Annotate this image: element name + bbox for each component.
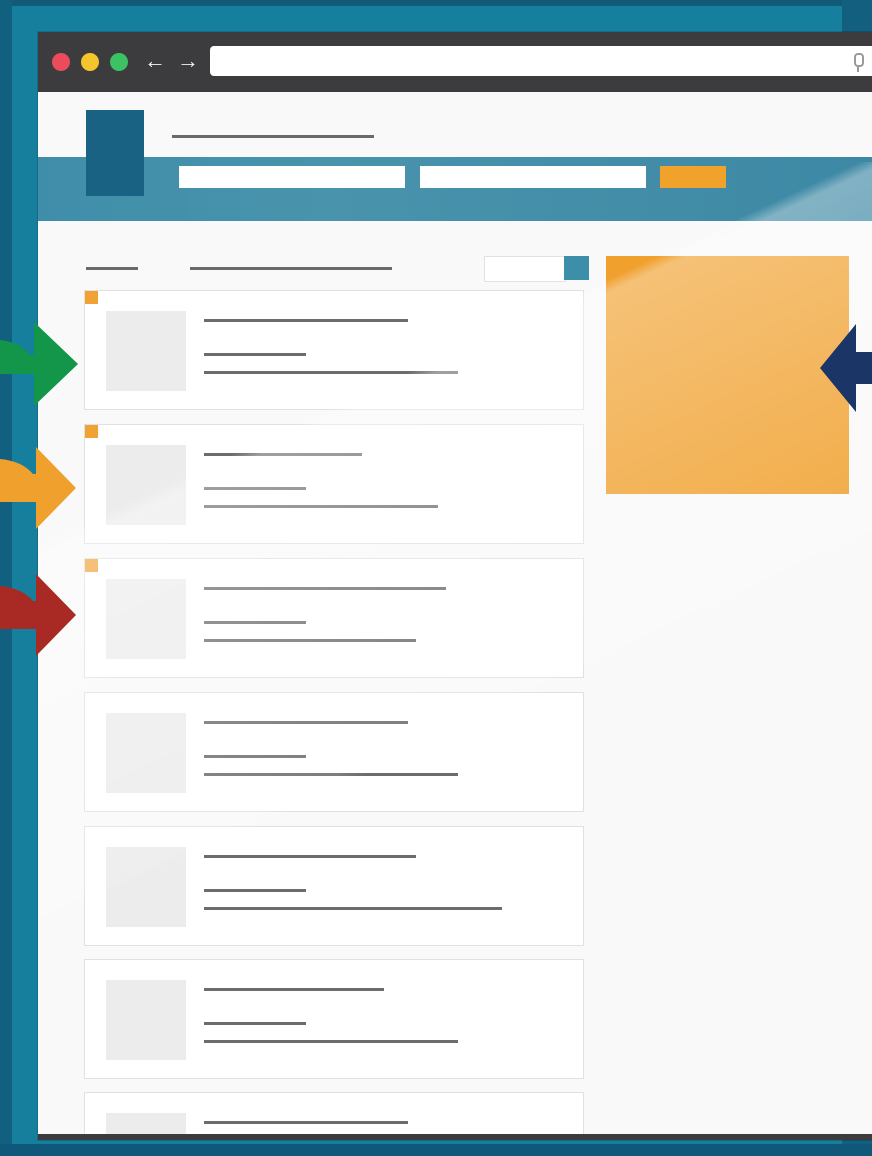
listing-subtitle-placeholder	[204, 1022, 306, 1025]
featured-flag	[85, 425, 98, 438]
listing-card[interactable]	[84, 558, 584, 678]
green-arrow	[0, 322, 78, 406]
red-arrow	[0, 574, 76, 656]
browser-titlebar: ← →	[38, 32, 872, 92]
listing-title-placeholder[interactable]	[204, 1121, 408, 1124]
listing-thumbnail[interactable]	[106, 579, 186, 659]
listing-description-placeholder	[204, 1040, 458, 1043]
results-label-placeholder	[86, 267, 138, 270]
site-logo[interactable]	[86, 110, 144, 196]
listing-thumbnail[interactable]	[106, 713, 186, 793]
back-arrow-icon[interactable]: ←	[144, 47, 166, 75]
frame-bottom	[0, 1144, 872, 1156]
featured-flag	[85, 291, 98, 304]
listing-description-placeholder	[204, 371, 458, 374]
results-heading-placeholder	[190, 267, 392, 270]
listing-card[interactable]	[84, 826, 584, 946]
address-bar[interactable]	[210, 46, 872, 76]
listing-title-placeholder[interactable]	[204, 855, 416, 858]
listing-card[interactable]	[84, 290, 584, 410]
listing-title-placeholder[interactable]	[204, 587, 446, 590]
sort-filter-input[interactable]	[484, 256, 566, 282]
close-dot[interactable]	[52, 53, 70, 71]
listing-thumbnail[interactable]	[106, 980, 186, 1060]
search-input-where[interactable]	[420, 166, 646, 188]
browser-bottom-edge	[38, 1134, 872, 1140]
listing-subtitle-placeholder	[204, 487, 306, 490]
site-title-placeholder	[172, 135, 374, 138]
sidebar-ad-block[interactable]	[606, 256, 849, 494]
listing-thumbnail[interactable]	[106, 445, 186, 525]
orange-arrow	[0, 447, 76, 529]
microphone-icon[interactable]	[854, 53, 864, 72]
frame-top	[0, 0, 872, 6]
listing-card[interactable]	[84, 959, 584, 1079]
maximize-dot[interactable]	[110, 53, 128, 71]
listing-title-placeholder[interactable]	[204, 319, 408, 322]
featured-flag	[85, 559, 98, 572]
search-input-what[interactable]	[179, 166, 405, 188]
listing-title-placeholder[interactable]	[204, 453, 362, 456]
listing-subtitle-placeholder	[204, 755, 306, 758]
search-button[interactable]	[660, 166, 726, 188]
sort-filter-button[interactable]	[564, 256, 589, 280]
listing-title-placeholder[interactable]	[204, 721, 408, 724]
listing-description-placeholder	[204, 639, 416, 642]
listing-card[interactable]	[84, 1092, 584, 1140]
forward-arrow-icon[interactable]: →	[177, 47, 199, 75]
listing-subtitle-placeholder	[204, 889, 306, 892]
listing-thumbnail[interactable]	[106, 311, 186, 391]
listing-subtitle-placeholder	[204, 353, 306, 356]
listing-description-placeholder	[204, 505, 438, 508]
listing-card[interactable]	[84, 692, 584, 812]
listing-subtitle-placeholder	[204, 621, 306, 624]
browser-window: ← →	[38, 32, 872, 1140]
listing-thumbnail[interactable]	[106, 847, 186, 927]
listing-description-placeholder	[204, 773, 458, 776]
listing-card[interactable]	[84, 424, 584, 544]
minimize-dot[interactable]	[81, 53, 99, 71]
navy-arrow	[820, 324, 872, 412]
listing-description-placeholder	[204, 907, 502, 910]
listing-title-placeholder[interactable]	[204, 988, 384, 991]
